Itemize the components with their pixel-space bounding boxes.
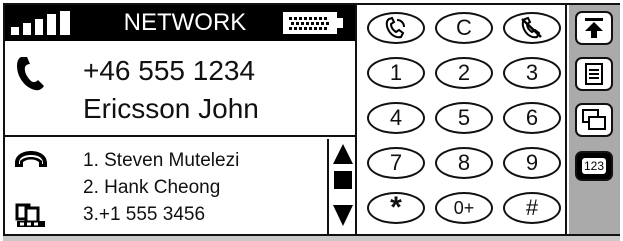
numeric-mode-label: 123 — [581, 158, 607, 174]
windows-icon — [582, 109, 606, 130]
side-toolbar: 123 — [569, 5, 620, 234]
key-2[interactable]: 2 — [435, 57, 493, 89]
key-6[interactable]: 6 — [503, 102, 561, 134]
scrollbar[interactable] — [327, 139, 355, 234]
contacts-icon — [15, 203, 45, 227]
scroll-thumb[interactable] — [334, 171, 352, 189]
key-label: 5 — [457, 105, 471, 130]
key-label: 6 — [525, 105, 539, 130]
phone-device: NETWORK +46 555 1234 Ericsson John 1. St… — [0, 0, 623, 241]
key-star[interactable]: * — [367, 191, 425, 224]
key-0[interactable]: 0+ — [435, 192, 493, 224]
recent-calls-list: 1. Steven Mutelezi 2. Hank Cheong 3.+1 5… — [83, 147, 239, 228]
recent-call-item[interactable]: 1. Steven Mutelezi — [83, 147, 239, 174]
battery-icon — [283, 12, 343, 34]
key-1[interactable]: 1 — [367, 57, 425, 89]
upload-icon — [585, 18, 603, 38]
menu-button[interactable] — [575, 57, 613, 91]
key-label: 8 — [457, 150, 471, 175]
key-4[interactable]: 4 — [367, 102, 425, 134]
contact-name: Ericsson John — [83, 93, 259, 124]
upload-button[interactable] — [575, 11, 613, 45]
hangup-icon — [15, 151, 47, 167]
key-label: C — [456, 15, 472, 40]
key-label: # — [525, 195, 539, 220]
recent-calls-area: 1. Steven Mutelezi 2. Hank Cheong 3.+1 5… — [5, 139, 355, 234]
key-3[interactable]: 3 — [503, 57, 561, 89]
phone-number: +46 555 1234 — [83, 55, 256, 86]
handset-icon — [17, 57, 44, 91]
key-label: 9 — [525, 150, 539, 175]
scroll-down-icon[interactable] — [332, 203, 354, 227]
key-label: 7 — [389, 150, 403, 175]
display-panel: NETWORK +46 555 1234 Ericsson John 1. St… — [5, 5, 357, 234]
key-hash[interactable]: # — [503, 192, 561, 224]
bottom-strip — [3, 236, 620, 241]
recent-call-item[interactable]: 2. Hank Cheong — [83, 174, 239, 201]
status-bar: NETWORK — [5, 5, 355, 41]
key-label: 1 — [389, 60, 403, 85]
key-label: 4 — [389, 105, 403, 130]
recent-call-item[interactable]: 3.+1 555 3456 — [83, 201, 239, 228]
network-name: NETWORK — [123, 9, 247, 36]
dial-keypad: C 1 2 3 4 5 6 7 8 9 * 0+ # — [357, 5, 567, 234]
signal-bars-icon — [11, 11, 70, 35]
key-9[interactable]: 9 — [503, 147, 561, 179]
windows-button[interactable] — [575, 103, 613, 137]
key-label: 0+ — [453, 197, 475, 218]
key-7[interactable]: 7 — [367, 147, 425, 179]
key-label: 2 — [457, 60, 471, 85]
key-5[interactable]: 5 — [435, 102, 493, 134]
key-8[interactable]: 8 — [435, 147, 493, 179]
end-call-icon — [521, 16, 542, 39]
numeric-mode-button[interactable]: 123 — [575, 151, 613, 181]
key-label: 3 — [525, 60, 539, 85]
call-icon — [385, 16, 405, 39]
document-list-icon — [585, 63, 603, 85]
active-call-area: +46 555 1234 Ericsson John — [5, 41, 355, 137]
end-call-button[interactable] — [503, 12, 561, 44]
clear-key[interactable]: C — [435, 12, 493, 44]
call-button[interactable] — [367, 12, 425, 44]
phone-frame: NETWORK +46 555 1234 Ericsson John 1. St… — [3, 3, 620, 236]
scroll-up-icon[interactable] — [332, 143, 354, 165]
key-label: * — [390, 191, 402, 224]
